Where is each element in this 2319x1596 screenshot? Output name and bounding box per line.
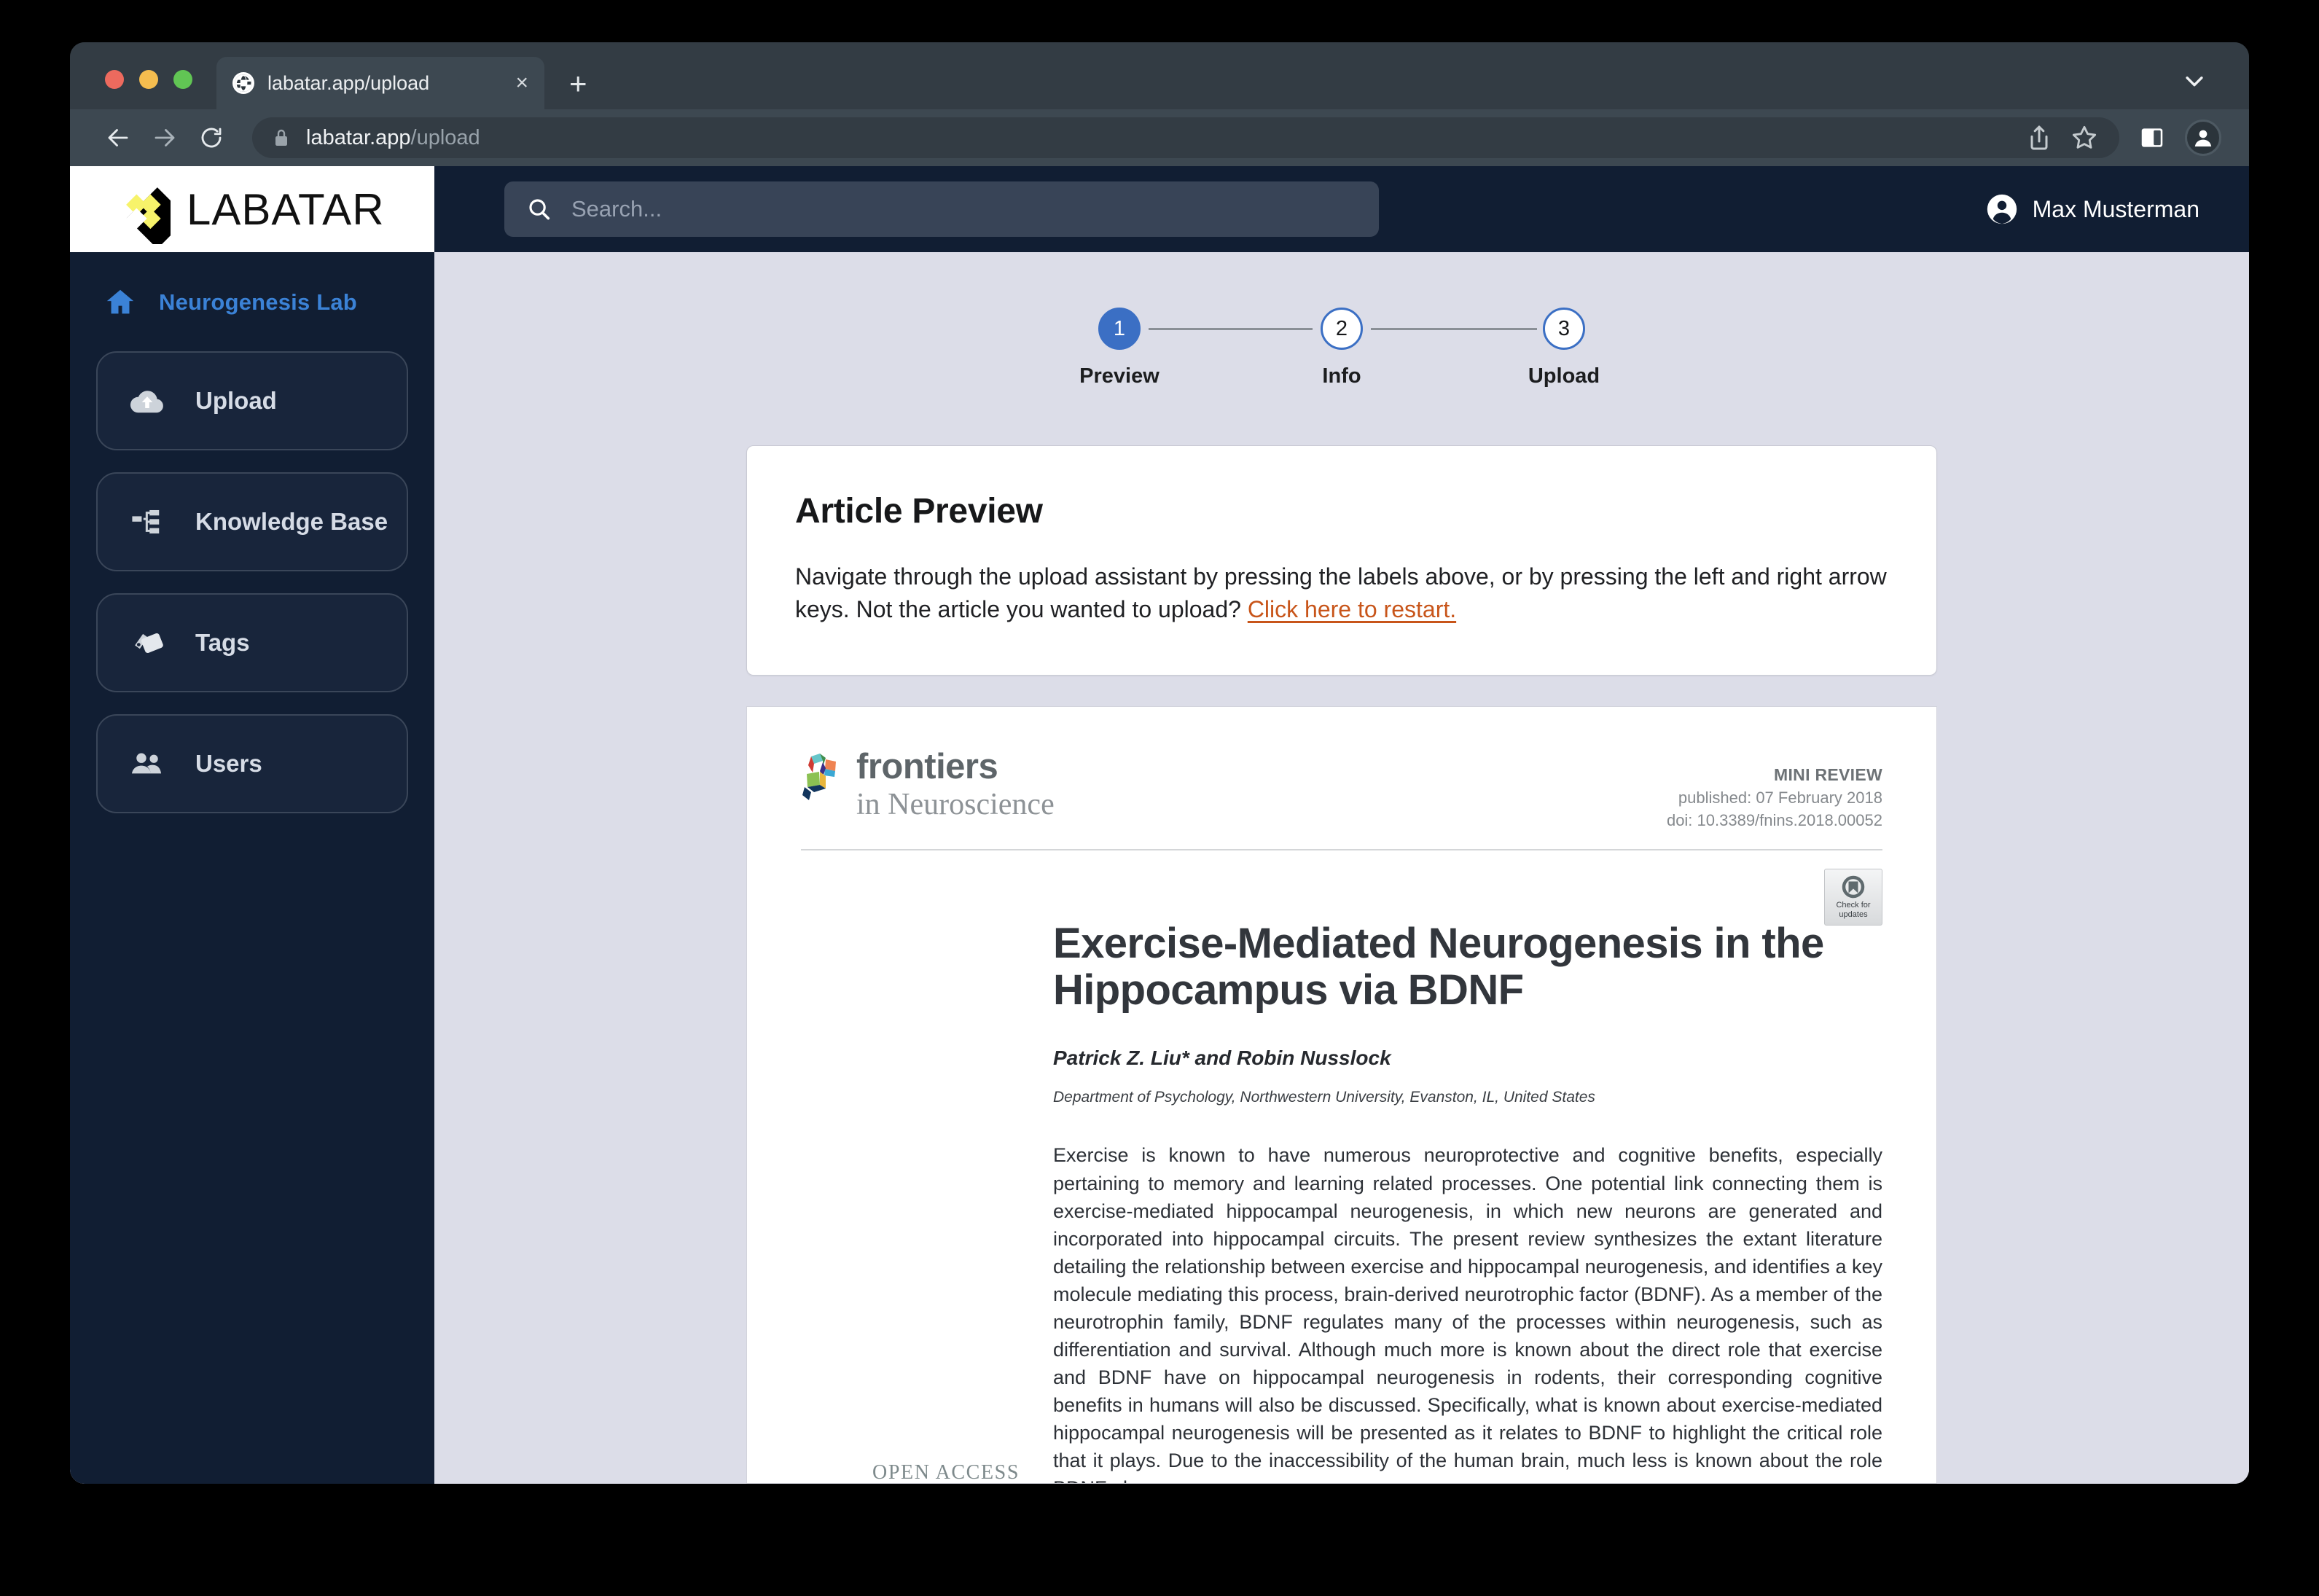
main-region: Search... Max Musterman 1 Preview 2 Info… bbox=[434, 166, 2249, 1484]
new-tab-button[interactable]: + bbox=[569, 69, 587, 99]
maximize-window-button[interactable] bbox=[173, 70, 192, 89]
article-type: MINI REVIEW bbox=[1774, 764, 1882, 784]
browser-window: labatar.app/upload × + labatar.app/uploa… bbox=[70, 42, 2249, 1484]
sidebar-item-tags[interactable]: Tags bbox=[96, 593, 408, 692]
user-menu[interactable]: Max Musterman bbox=[1986, 193, 2199, 225]
reload-icon[interactable] bbox=[188, 114, 235, 161]
sidebar-item-label: Users bbox=[195, 750, 262, 777]
knowledge-tree-icon bbox=[128, 503, 166, 541]
step-number: 1 bbox=[1098, 308, 1141, 350]
search-icon bbox=[526, 196, 552, 222]
avatar bbox=[1986, 193, 2018, 225]
article-abstract: Exercise is known to have numerous neuro… bbox=[1053, 1144, 1882, 1483]
sidebar-item-label: Knowledge Base bbox=[195, 508, 388, 535]
url-text: labatar.app/upload bbox=[306, 126, 480, 150]
app-topbar: Search... Max Musterman bbox=[434, 166, 2249, 252]
pdf-body: OPEN ACCESS Edited by: Exercise-Mediated… bbox=[801, 919, 1882, 1484]
page-title: Article Preview bbox=[795, 492, 1043, 531]
article-title: Exercise-Mediated Neurogenesis in the Hi… bbox=[1053, 919, 1824, 1014]
labatar-wordmark: LABATAR bbox=[187, 184, 385, 234]
restart-upload-link[interactable]: Click here to restart. bbox=[1248, 596, 1456, 622]
content-scroll-area: 1 Preview 2 Info 3 Upload Article Previe… bbox=[434, 252, 2249, 1484]
article-authors: Patrick Z. Liu* and Robin Nusslock bbox=[1053, 1047, 1391, 1070]
browser-tab-strip: labatar.app/upload × + bbox=[70, 42, 2249, 109]
frontiers-name: frontiers bbox=[856, 746, 998, 786]
user-name: Max Musterman bbox=[2032, 195, 2199, 222]
share-icon[interactable] bbox=[2025, 123, 2054, 152]
open-access-label: OPEN ACCESS bbox=[872, 1460, 1020, 1484]
check-for-updates-badge[interactable]: Check for updates bbox=[1824, 868, 1882, 926]
doi: doi: 10.3389/fnins.2018.00052 bbox=[1666, 810, 1882, 829]
step-label: Info bbox=[1322, 364, 1361, 388]
check-for-updates-label: Check for updates bbox=[1836, 901, 1871, 919]
frontiers-brand: frontiers in Neuroscience bbox=[801, 746, 1055, 822]
frontiers-wordmark: frontiers in Neuroscience bbox=[856, 746, 1055, 822]
published-date: published: 07 February 2018 bbox=[1678, 788, 1882, 807]
sidebar-item-home[interactable]: Neurogenesis Lab bbox=[70, 252, 434, 351]
crossmark-icon bbox=[1841, 875, 1866, 899]
pdf-metadata: MINI REVIEW published: 07 February 2018 … bbox=[1667, 749, 1882, 830]
stepper-step-preview[interactable]: 1 Preview bbox=[1065, 308, 1174, 388]
pdf-left-column: OPEN ACCESS Edited by: bbox=[801, 920, 1020, 1484]
globe-icon bbox=[232, 72, 254, 94]
side-panel-icon[interactable] bbox=[2138, 124, 2166, 152]
pdf-header: frontiers in Neuroscience MINI REVIEW pu… bbox=[801, 746, 1882, 830]
browser-toolbar-right bbox=[2138, 120, 2221, 156]
divider bbox=[801, 848, 1882, 850]
sidebar-item-label: Upload bbox=[195, 387, 277, 414]
sidebar-item-label: Tags bbox=[195, 629, 250, 656]
lock-icon bbox=[273, 128, 290, 148]
stepper-step-info[interactable]: 2 Info bbox=[1287, 308, 1396, 388]
browser-address-bar: labatar.app/upload bbox=[70, 109, 2249, 166]
article-affiliation: Department of Psychology, Northwestern U… bbox=[1053, 1089, 1595, 1106]
url-path: /upload bbox=[410, 125, 480, 149]
url-host: labatar.app bbox=[306, 125, 411, 149]
app-sidebar: LABATAR Neurogenesis Lab Upload Knowledg… bbox=[70, 166, 434, 1484]
window-traffic-lights bbox=[70, 70, 192, 109]
omnibox-actions bbox=[2007, 123, 2099, 152]
close-tab-icon[interactable]: × bbox=[515, 72, 528, 94]
sidebar-nav-list: Upload Knowledge Base Tags Users bbox=[70, 351, 434, 813]
search-input[interactable]: Search... bbox=[504, 181, 1379, 237]
chevron-down-icon[interactable] bbox=[2182, 69, 2207, 93]
forward-arrow-icon[interactable] bbox=[141, 114, 188, 161]
browser-profile-avatar[interactable] bbox=[2185, 120, 2221, 156]
page-viewport: LABATAR Neurogenesis Lab Upload Knowledg… bbox=[70, 166, 2249, 1484]
sidebar-home-label: Neurogenesis Lab bbox=[159, 289, 357, 315]
frontiers-journal: in Neuroscience bbox=[856, 787, 1055, 821]
search-placeholder: Search... bbox=[571, 196, 662, 222]
cloud-upload-icon bbox=[128, 382, 166, 420]
url-input[interactable]: labatar.app/upload bbox=[252, 117, 2119, 158]
step-label: Preview bbox=[1079, 364, 1160, 388]
app-logo[interactable]: LABATAR bbox=[70, 166, 434, 252]
labatar-logo-icon bbox=[101, 174, 171, 244]
upload-stepper: 1 Preview 2 Info 3 Upload bbox=[1065, 308, 1619, 388]
sidebar-item-users[interactable]: Users bbox=[96, 714, 408, 813]
tags-icon bbox=[128, 624, 166, 662]
close-window-button[interactable] bbox=[105, 70, 124, 89]
preview-description: Navigate through the upload assistant by… bbox=[795, 560, 1888, 627]
stepper-step-upload[interactable]: 3 Upload bbox=[1509, 308, 1619, 388]
home-icon bbox=[103, 286, 137, 319]
article-preview-card: Article Preview Navigate through the upl… bbox=[746, 445, 1937, 676]
step-number: 3 bbox=[1543, 308, 1585, 350]
pdf-right-column: Exercise-Mediated Neurogenesis in the Hi… bbox=[1053, 919, 1882, 1483]
step-number: 2 bbox=[1321, 308, 1363, 350]
back-arrow-icon[interactable] bbox=[95, 114, 141, 161]
step-label: Upload bbox=[1528, 364, 1600, 388]
browser-tab[interactable]: labatar.app/upload × bbox=[216, 57, 544, 109]
minimize-window-button[interactable] bbox=[139, 70, 158, 89]
frontiers-logo-icon bbox=[801, 752, 846, 805]
sidebar-item-knowledge-base[interactable]: Knowledge Base bbox=[96, 472, 408, 571]
tab-title: labatar.app/upload bbox=[267, 71, 430, 94]
bookmark-star-icon[interactable] bbox=[2070, 123, 2099, 152]
users-icon bbox=[128, 745, 166, 783]
pdf-preview: frontiers in Neuroscience MINI REVIEW pu… bbox=[746, 705, 1937, 1484]
sidebar-item-upload[interactable]: Upload bbox=[96, 351, 408, 450]
